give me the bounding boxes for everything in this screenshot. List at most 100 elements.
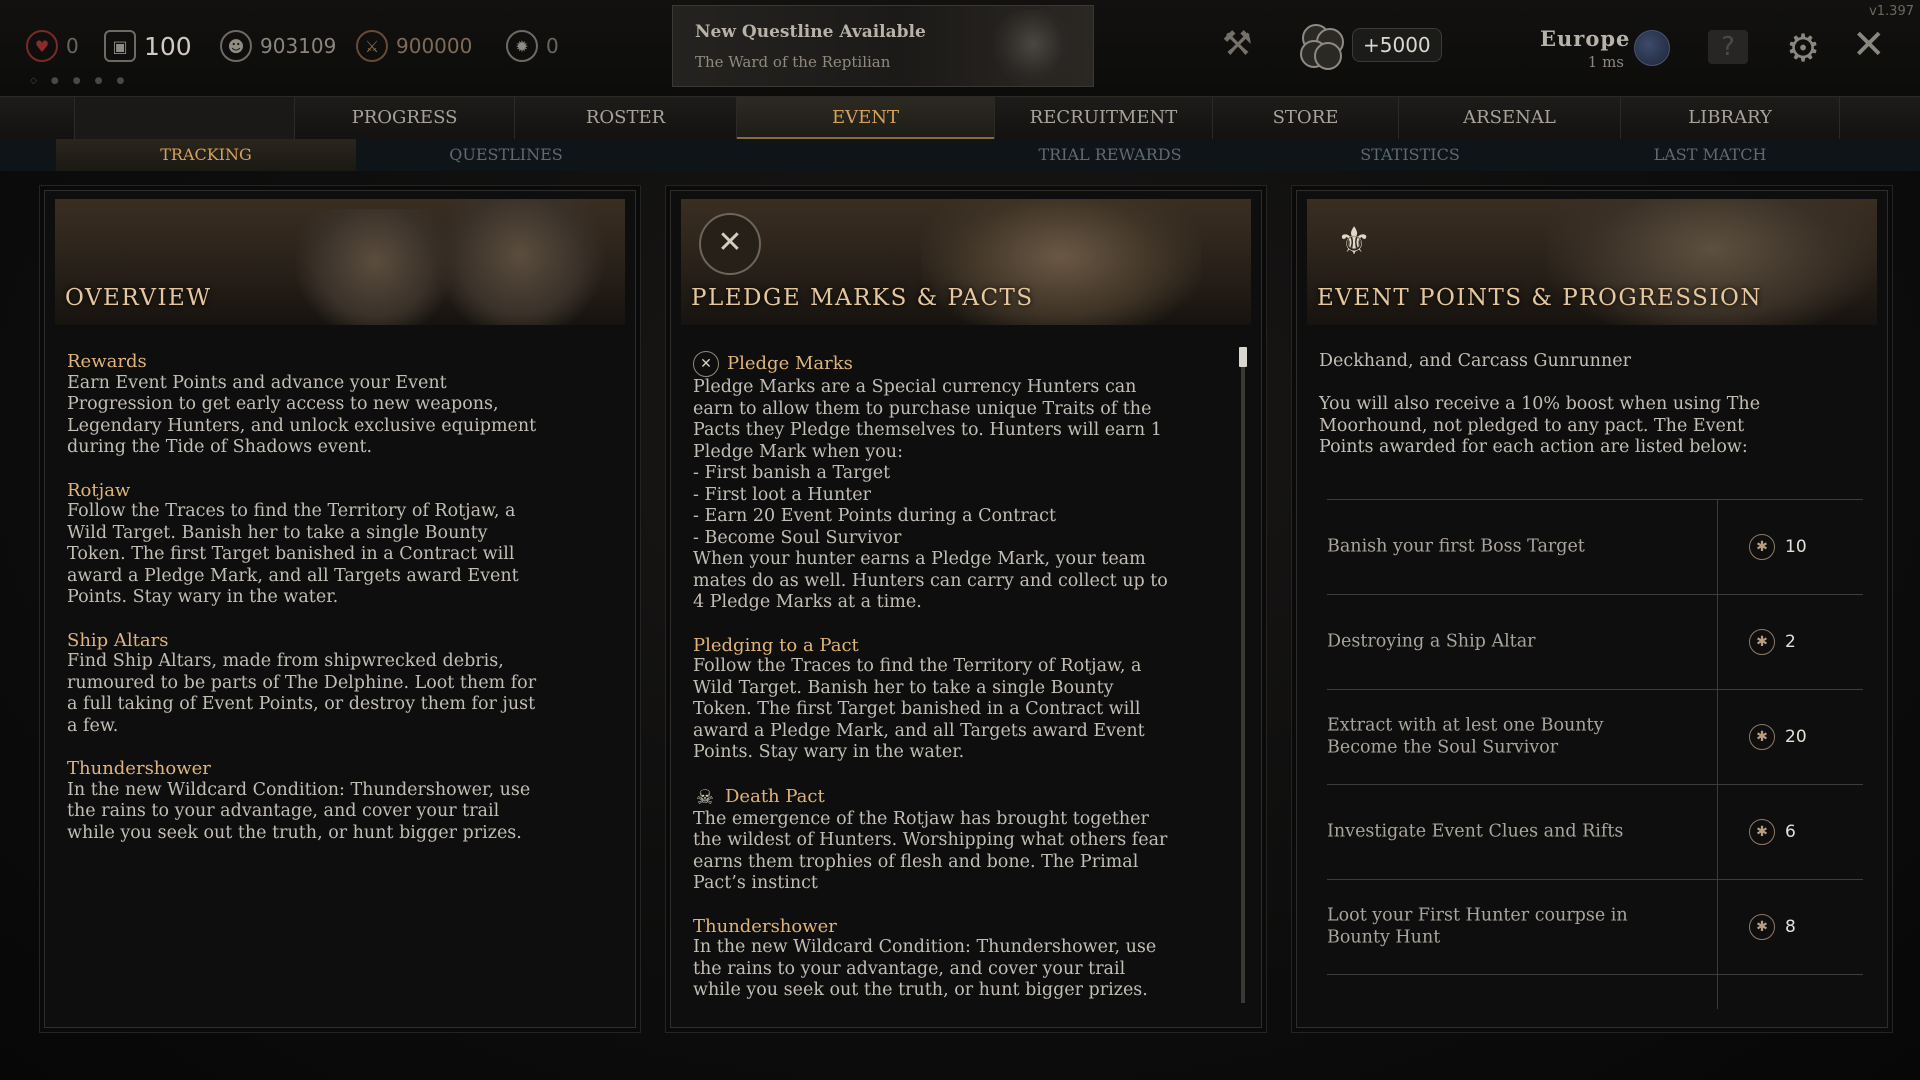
section-text: In the new Wildcard Condition: Thundersh… [693, 937, 1157, 1000]
pledge-mark-icon: ✕ [693, 351, 719, 377]
pledge-emblem-icon: ✕ [699, 213, 761, 275]
pledge-header: ✕ PLEDGE MARKS & PACTS [681, 199, 1251, 325]
globe-icon[interactable] [1634, 30, 1670, 66]
pledge-section-pact: Pledging to a Pact Follow the Traces to … [693, 635, 1221, 764]
table-row: Loot your First Hunter courpse in Bounty… [1327, 879, 1863, 975]
blood-bond-icon: ♥ [26, 30, 58, 62]
row-points: ✱ 10 [1749, 534, 1807, 560]
row-points-value: 20 [1785, 727, 1807, 747]
event-point-icon: ✱ [1749, 914, 1775, 940]
section-heading: Death Pact [725, 785, 825, 807]
pledge-title: PLEDGE MARKS & PACTS [691, 285, 1034, 311]
section-text: Earn Event Points and advance your Event… [67, 372, 537, 458]
event-point-icon: ✱ [1749, 819, 1775, 845]
section-text: Pledge Marks are a Special currency Hunt… [693, 377, 1168, 612]
row-label: Banish your first Boss Target [1327, 536, 1585, 557]
subtab-questlines[interactable]: QUESTLINES [356, 139, 656, 171]
section-heading-row: ✕ Pledge Marks [693, 351, 1221, 377]
row-label: Loot your First Hunter courpse in Bounty… [1327, 905, 1628, 948]
tab-recruitment[interactable]: RECRUITMENT [994, 97, 1212, 139]
tab-roster[interactable]: ROSTER [514, 97, 736, 139]
section-heading: Pledging to a Pact [693, 634, 859, 656]
hunt-token-icon: ▣ [104, 30, 136, 62]
overview-section-thundershower: Thundershower In the new Wildcard Condit… [67, 758, 611, 844]
section-text: In the new Wildcard Condition: Thundersh… [67, 779, 531, 843]
section-heading: Rewards [67, 351, 147, 372]
subtab-statistics[interactable]: STATISTICS [1260, 139, 1560, 171]
close-icon[interactable]: ✕ [1852, 22, 1886, 68]
tab-progress[interactable]: PROGRESS [294, 97, 514, 139]
hunt-tokens-counter[interactable]: ▣ 100 [104, 26, 192, 66]
section-heading: Rotjaw [67, 479, 131, 501]
server-region[interactable]: Europe 1 ms [1540, 26, 1631, 71]
hooded-figure-image [993, 10, 1073, 86]
hunt-dollars-counter[interactable]: ☻ 903109 [220, 26, 336, 66]
notification-subtitle: The Ward of the Reptilian [695, 53, 891, 71]
event-points-intro: Deckhand, and Carcass Gunrunner You will… [1319, 351, 1761, 457]
tab-store[interactable]: STORE [1212, 97, 1398, 139]
ping-value: 1 ms [1587, 53, 1624, 71]
row-points-value: 2 [1785, 632, 1796, 652]
row-points: ✱ 6 [1749, 819, 1796, 845]
pledge-panel: ✕ PLEDGE MARKS & PACTS ✕ Pledge Marks Pl… [670, 190, 1262, 1028]
subtab-tracking[interactable]: TRACKING [56, 139, 356, 171]
hunt-dollar-icon: ☻ [220, 30, 252, 62]
version-label: v1.397 [1869, 4, 1914, 19]
pledge-section-thundershower: Thundershower In the new Wildcard Condit… [693, 916, 1221, 1002]
tab-arsenal[interactable]: ARSENAL [1398, 97, 1620, 139]
gear-icon[interactable]: ⚙ [1786, 26, 1820, 70]
overview-panel: OVERVIEW Rewards Earn Event Points and a… [44, 190, 636, 1028]
pledge-body: ✕ Pledge Marks Pledge Marks are a Specia… [693, 351, 1221, 1023]
weapon-icon[interactable]: ⚒ [1222, 24, 1252, 64]
table-row: Investigate Event Clues and Rifts ✱ 6 [1327, 784, 1863, 879]
row-points: ✱ 8 [1749, 914, 1796, 940]
help-icon[interactable]: ? [1708, 30, 1748, 64]
section-text: Follow the Traces to find the Territory … [67, 501, 519, 607]
pledge-section-death-pact: ☠ Death Pact The emergence of the Rotjaw… [693, 785, 1221, 895]
scrollbar-thumb[interactable] [1239, 347, 1247, 367]
hunt-dollars-value: 903109 [260, 34, 337, 58]
subtab-trial-rewards[interactable]: TRIAL REWARDS [960, 139, 1260, 171]
overview-title: OVERVIEW [65, 285, 212, 311]
hunter-figure-masked [295, 209, 455, 325]
event-point-icon: ✱ [1749, 534, 1775, 560]
tab-library[interactable]: LIBRARY [1620, 97, 1840, 139]
blood-bonds-counter[interactable]: ♥ 0 [26, 26, 79, 66]
pledge-marks-counter[interactable]: ✹ 0 [506, 26, 559, 66]
section-heading-row: ☠ Death Pact [693, 785, 1221, 809]
row-label: Extract with at lest one Bounty Become t… [1327, 715, 1604, 758]
questline-notification[interactable]: New Questline Available The Ward of the … [672, 5, 1094, 87]
event-emblem-icon: ⚜ [1336, 219, 1372, 263]
blood-bonds-value: 0 [66, 34, 79, 58]
nav-blank-slot [74, 97, 294, 139]
pledge-mark-icon: ✹ [506, 30, 538, 62]
region-name: Europe [1540, 26, 1631, 51]
tab-event[interactable]: EVENT [736, 97, 994, 139]
coins-icon [1298, 24, 1346, 70]
section-text: Follow the Traces to find the Territory … [693, 656, 1145, 762]
subtab-last-match[interactable]: LAST MATCH [1560, 139, 1860, 171]
event-point-icon: ✱ [1749, 724, 1775, 750]
event-points-panel: ⚜ EVENT POINTS & PROGRESSION Deckhand, a… [1296, 190, 1888, 1028]
pledge-section-marks: ✕ Pledge Marks Pledge Marks are a Specia… [693, 351, 1221, 614]
table-row: Destroying a Ship Altar ✱ 2 [1327, 594, 1863, 689]
section-heading: Ship Altars [67, 629, 169, 651]
pledge-scrollbar[interactable] [1239, 347, 1247, 1003]
row-points: ✱ 20 [1749, 724, 1807, 750]
bonus-value: +5000 [1352, 28, 1442, 62]
section-text: Find Ship Altars, made from shipwrecked … [67, 651, 537, 736]
page-dots: ◇●●●● [30, 76, 139, 86]
bonus-counter[interactable]: +5000 [1298, 24, 1442, 70]
row-label: Investigate Event Clues and Rifts [1327, 821, 1624, 842]
row-points: ✱ 2 [1749, 629, 1796, 655]
event-points-body: Deckhand, and Carcass Gunrunner You will… [1319, 351, 1863, 459]
event-currency-icon: ⚔ [356, 30, 388, 62]
skull-icon: ☠ [696, 784, 714, 809]
sub-nav: TRACKING QUESTLINES TRIAL REWARDS STATIS… [0, 139, 1920, 171]
hunt-tokens-value: 100 [144, 31, 192, 61]
overview-body: Rewards Earn Event Points and advance yo… [67, 351, 611, 865]
section-heading: Thundershower [693, 915, 837, 937]
event-currency-counter[interactable]: ⚔ 900000 [356, 26, 472, 66]
event-point-icon: ✱ [1749, 629, 1775, 655]
section-heading: Thundershower [67, 758, 211, 779]
